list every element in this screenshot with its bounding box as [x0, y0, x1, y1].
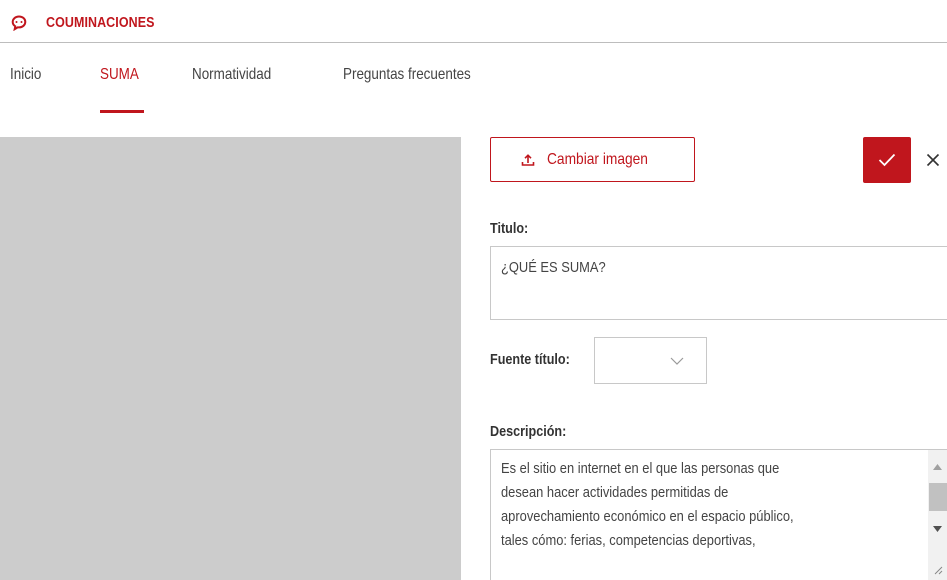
- active-tab-indicator: [100, 110, 144, 113]
- app-header: COUMINACIONES: [10, 12, 172, 34]
- close-icon: [926, 153, 940, 167]
- confirm-button[interactable]: [863, 137, 911, 183]
- header-divider: [0, 42, 947, 43]
- description-textarea[interactable]: Es el sitio en internet en el que las pe…: [490, 449, 947, 580]
- tab-inicio[interactable]: Inicio: [10, 66, 41, 84]
- title-input[interactable]: ¿QUÉ ES SUMA?: [490, 246, 947, 320]
- description-scrollbar[interactable]: [928, 450, 947, 580]
- description-label: Descripción:: [490, 423, 567, 440]
- change-image-button[interactable]: Cambiar imagen: [490, 137, 695, 182]
- tab-normatividad[interactable]: Normatividad: [192, 66, 271, 84]
- image-preview: [0, 137, 461, 580]
- description-line: desean hacer actividades permitidas de: [501, 484, 729, 501]
- scroll-thumb[interactable]: [929, 483, 947, 511]
- title-input-value: ¿QUÉ ES SUMA?: [501, 259, 606, 276]
- page: COUMINACIONES Inicio SUMA Normatividad P…: [0, 0, 947, 580]
- description-line: tales cómo: ferias, competencias deporti…: [501, 532, 756, 549]
- font-label: Fuente título:: [490, 351, 570, 368]
- font-select[interactable]: [594, 337, 707, 384]
- cancel-button[interactable]: [918, 137, 947, 183]
- chevron-down-icon: [670, 357, 684, 365]
- scroll-up-arrow-icon[interactable]: [932, 458, 943, 470]
- description-line: aprovechamiento económico en el espacio …: [501, 508, 794, 525]
- app-title: COUMINACIONES: [46, 15, 155, 31]
- title-label: Titulo:: [490, 220, 529, 237]
- chat-bubble-icon: [10, 14, 28, 32]
- upload-icon: [521, 153, 535, 167]
- tab-suma[interactable]: SUMA: [100, 66, 139, 84]
- tab-preguntas-frecuentes[interactable]: Preguntas frecuentes: [343, 66, 471, 84]
- resize-grip-icon[interactable]: [933, 562, 943, 575]
- scroll-down-arrow-icon[interactable]: [932, 520, 943, 532]
- check-icon: [878, 153, 896, 167]
- description-text: Es el sitio en internet en el que las pe…: [501, 457, 914, 553]
- description-line: Es el sitio en internet en el que las pe…: [501, 460, 780, 477]
- change-image-label: Cambiar imagen: [546, 150, 648, 168]
- nav-tabs: Inicio SUMA Normatividad Preguntas frecu…: [0, 60, 947, 113]
